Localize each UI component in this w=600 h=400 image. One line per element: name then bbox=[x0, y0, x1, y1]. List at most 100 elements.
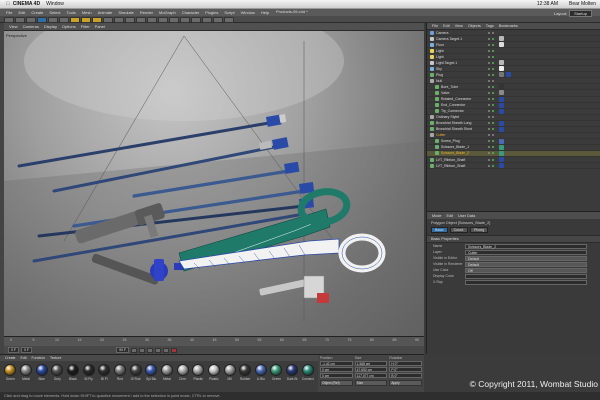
material-item[interactable]: Green bbox=[4, 364, 17, 381]
material-tag-icon[interactable] bbox=[499, 102, 504, 108]
scale-icon[interactable] bbox=[48, 16, 58, 23]
editor-visibility-dot[interactable] bbox=[488, 146, 490, 149]
visibility-dots[interactable] bbox=[488, 49, 494, 52]
visibility-dots[interactable] bbox=[488, 152, 494, 155]
next-key-button[interactable] bbox=[155, 347, 162, 353]
enable-check-dot[interactable] bbox=[492, 67, 494, 70]
enable-check-dot[interactable] bbox=[492, 134, 494, 137]
light-icon[interactable] bbox=[224, 16, 234, 23]
attribute-value[interactable]: Off bbox=[465, 267, 587, 273]
viewport-menu-options[interactable]: Options bbox=[62, 24, 76, 29]
menu-mesh[interactable]: Mesh bbox=[82, 10, 92, 15]
menu-window[interactable]: Window bbox=[241, 10, 255, 15]
material-menu-edit[interactable]: Edit bbox=[21, 356, 27, 360]
coord-field[interactable]: P 0° bbox=[389, 367, 423, 372]
enable-check-dot[interactable] bbox=[492, 98, 494, 101]
editor-visibility-dot[interactable] bbox=[488, 55, 490, 58]
material-item[interactable]: Grey bbox=[51, 364, 64, 381]
visibility-dots[interactable] bbox=[488, 79, 494, 82]
visibility-dots[interactable] bbox=[488, 158, 494, 161]
visibility-dots[interactable] bbox=[488, 61, 494, 64]
attribute-value[interactable] bbox=[465, 273, 587, 279]
enable-check-dot[interactable] bbox=[492, 104, 494, 107]
material-menu-function[interactable]: Function bbox=[32, 356, 45, 360]
editor-visibility-dot[interactable] bbox=[488, 152, 490, 155]
visibility-dots[interactable] bbox=[488, 73, 494, 76]
attribute-tab-coord[interactable]: Coord. bbox=[449, 227, 469, 233]
material-tag-icon[interactable] bbox=[499, 163, 504, 169]
material-tag-icon[interactable] bbox=[499, 90, 504, 96]
editor-visibility-dot[interactable] bbox=[488, 73, 490, 76]
coord-field[interactable]: H 0° bbox=[389, 361, 423, 366]
y-axis-icon[interactable] bbox=[81, 16, 91, 23]
window-menu[interactable]: Window bbox=[46, 1, 64, 7]
material-tag-icon[interactable] bbox=[499, 36, 504, 42]
material-menu-texture[interactable]: Texture bbox=[50, 356, 61, 360]
size-mode-dropdown[interactable]: Size bbox=[354, 380, 388, 386]
object-row[interactable]: LVT_Ribbon_Shaft bbox=[427, 163, 600, 170]
start-frame-field[interactable]: 0 F bbox=[8, 347, 20, 353]
visibility-dots[interactable] bbox=[488, 98, 494, 101]
viewport-menu-view[interactable]: View bbox=[9, 24, 18, 29]
pen-icon[interactable] bbox=[158, 16, 168, 23]
layout-dropdown[interactable]: Startup bbox=[569, 10, 592, 17]
attribute-value[interactable]: Default bbox=[465, 255, 587, 261]
material-item[interactable]: Rubber bbox=[239, 364, 252, 381]
coord-system-icon[interactable] bbox=[103, 16, 113, 23]
material-item[interactable]: Mtl bbox=[223, 364, 236, 381]
menu-edit[interactable]: Edit bbox=[18, 10, 25, 15]
enable-check-dot[interactable] bbox=[492, 128, 494, 131]
editor-visibility-dot[interactable] bbox=[488, 67, 490, 70]
material-tag-icon[interactable] bbox=[499, 144, 504, 150]
coord-field[interactable]: 0 cm bbox=[320, 367, 353, 372]
editor-visibility-dot[interactable] bbox=[488, 85, 490, 88]
undo-icon[interactable] bbox=[4, 16, 14, 23]
enable-check-dot[interactable] bbox=[492, 110, 494, 113]
menu-select[interactable]: Select bbox=[49, 10, 60, 15]
editor-visibility-dot[interactable] bbox=[488, 79, 490, 82]
object-menu-edit[interactable]: Edit bbox=[443, 24, 450, 28]
editor-visibility-dot[interactable] bbox=[488, 61, 490, 64]
material-item[interactable]: Black bbox=[66, 364, 80, 381]
end-frame-field[interactable]: 90 F bbox=[116, 347, 130, 353]
attribute-value[interactable]: Cutter bbox=[465, 249, 587, 255]
visibility-dots[interactable] bbox=[488, 37, 494, 40]
menu-character[interactable]: Character bbox=[182, 10, 200, 15]
object-menu-tags[interactable]: Tags bbox=[486, 24, 494, 28]
coord-field[interactable]: 1.568 cm bbox=[354, 361, 388, 366]
enable-check-dot[interactable] bbox=[492, 116, 494, 119]
enable-check-dot[interactable] bbox=[492, 37, 494, 40]
material-tag-icon[interactable] bbox=[499, 42, 504, 48]
material-item[interactable]: Spl Blu bbox=[145, 364, 158, 381]
menu-help[interactable]: Help bbox=[261, 10, 269, 15]
menu-animate[interactable]: Animate bbox=[98, 10, 113, 15]
material-item[interactable]: Connect bbox=[301, 364, 314, 381]
visibility-dots[interactable] bbox=[488, 31, 494, 34]
visibility-dots[interactable] bbox=[488, 140, 494, 143]
editor-visibility-dot[interactable] bbox=[488, 49, 490, 52]
coord-field[interactable]: 0 cm bbox=[320, 373, 353, 378]
subdivision-icon[interactable] bbox=[169, 16, 179, 23]
attribute-value[interactable]: Default bbox=[465, 261, 587, 267]
enable-check-dot[interactable] bbox=[492, 158, 494, 161]
editor-visibility-dot[interactable] bbox=[488, 116, 490, 119]
floor-icon[interactable] bbox=[202, 16, 212, 23]
attribute-menu-edit[interactable]: Edit bbox=[447, 214, 454, 218]
enable-check-dot[interactable] bbox=[492, 140, 494, 143]
attribute-value[interactable]: Scissors_Blade_2 bbox=[465, 243, 587, 249]
menu-simulate[interactable]: Simulate bbox=[118, 10, 134, 15]
material-tag-icon[interactable] bbox=[499, 96, 504, 102]
object-menu-objects[interactable]: Objects bbox=[468, 24, 481, 28]
x-axis-icon[interactable] bbox=[70, 16, 80, 23]
material-tag-icon[interactable] bbox=[499, 157, 504, 162]
material-item[interactable]: Metal bbox=[160, 364, 174, 381]
enable-check-dot[interactable] bbox=[492, 61, 494, 64]
editor-visibility-dot[interactable] bbox=[488, 104, 490, 107]
enable-check-dot[interactable] bbox=[492, 152, 494, 155]
visibility-dots[interactable] bbox=[488, 164, 494, 167]
material-item[interactable]: Lt Blu bbox=[254, 364, 268, 381]
material-tag-icon[interactable] bbox=[499, 60, 504, 66]
material-tag-icon[interactable] bbox=[499, 138, 504, 144]
visibility-dots[interactable] bbox=[488, 110, 494, 113]
material-item[interactable]: Green bbox=[270, 364, 283, 381]
